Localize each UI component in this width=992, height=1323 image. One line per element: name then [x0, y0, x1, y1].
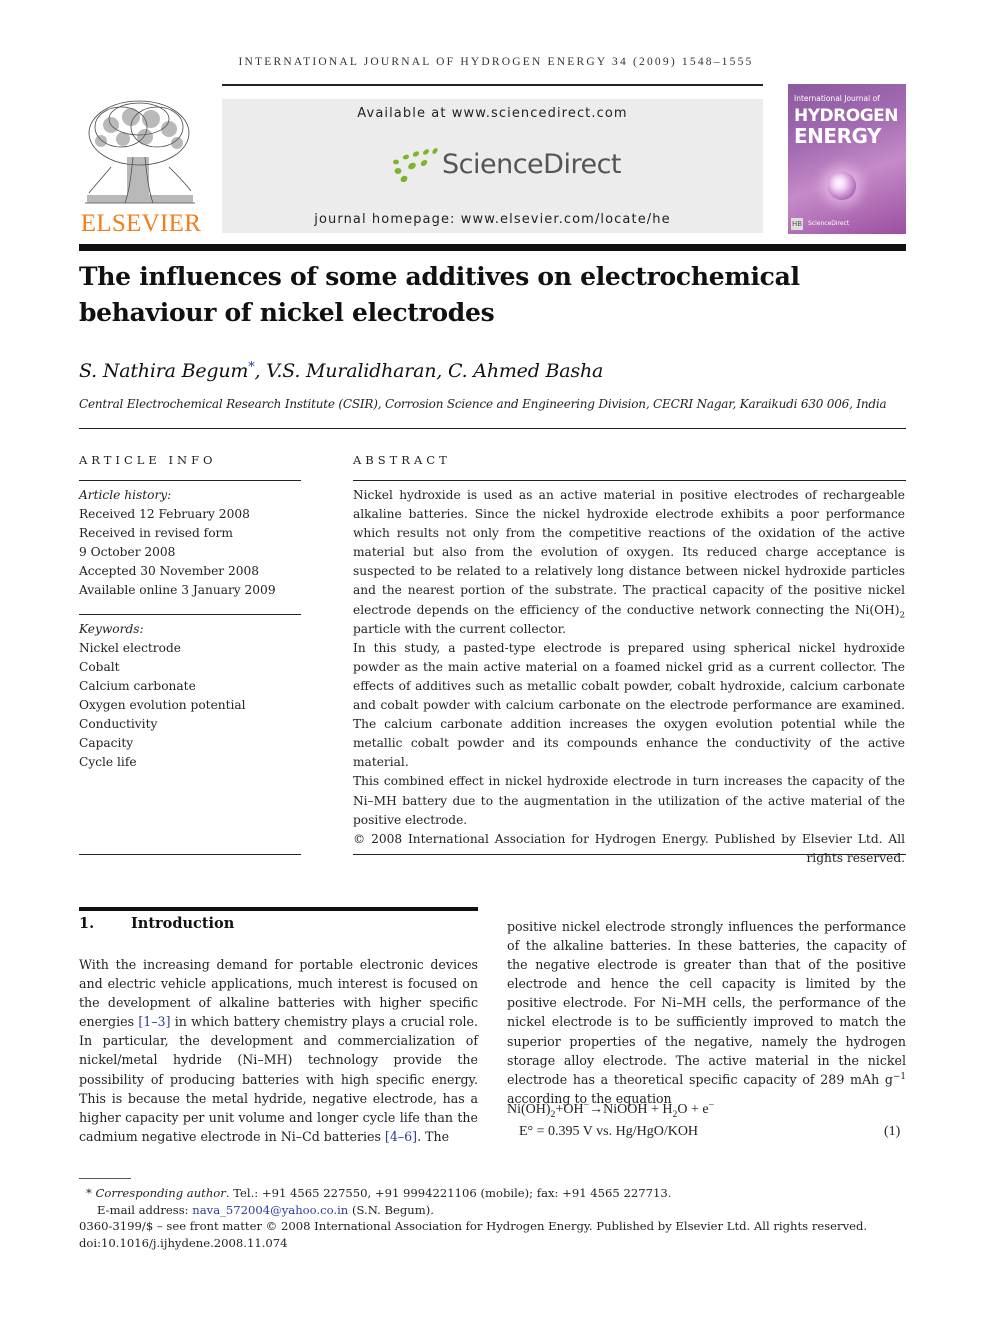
article-title-line1: The influences of some additives on elec…	[79, 262, 800, 291]
footnote-rule	[79, 1178, 131, 1179]
sciencedirect-wordmark: ScienceDirect	[442, 148, 622, 180]
equation-line1: Ni(OH)2+OH−→NiOOH + H2O + e−	[507, 1099, 715, 1120]
keyword-item: Cobalt	[79, 660, 120, 674]
equation-number: (1)	[884, 1124, 901, 1139]
sciencedirect-logo[interactable]: ScienceDirect	[390, 144, 622, 184]
header-thick-rule	[79, 244, 906, 251]
keywords-label: Keywords:	[79, 622, 144, 636]
history-item: Received 12 February 2008	[79, 507, 250, 521]
keyword-item: Nickel electrode	[79, 641, 181, 655]
section-number: 1.	[79, 915, 95, 932]
history-item: 9 October 2008	[79, 545, 176, 559]
intro-left-column: With the increasing demand for portable …	[79, 955, 478, 1146]
affiliation: Central Electrochemical Research Institu…	[79, 397, 887, 411]
abstract-paragraph: In this study, a pasted-type electrode i…	[353, 640, 905, 770]
citation-link[interactable]: [1–3]	[138, 1014, 170, 1029]
other-authors: , V.S. Muralidharan, C. Ahmed Basha	[254, 360, 604, 382]
keyword-item: Calcium carbonate	[79, 679, 196, 693]
doi-link[interactable]: doi:10.1016/j.ijhydene.2008.11.074	[79, 1235, 288, 1252]
intro-right-column: positive nickel electrode strongly influ…	[507, 917, 906, 1108]
keyword-item: Conductivity	[79, 717, 158, 731]
cover-badge: HB	[791, 218, 803, 230]
contact-details: . Tel.: +91 4565 227550, +91 9994221106 …	[225, 1186, 672, 1200]
abstract-paragraph: This combined effect in nickel hydroxide…	[353, 774, 905, 827]
email-note: E-mail address: nava_572004@yahoo.co.in …	[97, 1202, 434, 1219]
cover-title-line1: International Journal of	[794, 94, 880, 103]
footnote-mark: *	[86, 1186, 92, 1200]
cover-title-line3: ENERGY	[794, 124, 881, 148]
elsevier-logo[interactable]: ELSEVIER	[79, 97, 203, 237]
article-title-line2: behaviour of nickel electrodes	[79, 298, 495, 327]
divider	[79, 854, 301, 855]
keyword-item: Oxygen evolution potential	[79, 698, 246, 712]
citation-link[interactable]: [4–6]	[385, 1129, 417, 1144]
keyword-item: Capacity	[79, 736, 134, 750]
header-rule	[222, 84, 763, 86]
section-rule	[79, 907, 478, 911]
sciencedirect-dots-icon	[393, 148, 438, 182]
article-title: The influences of some additives on elec…	[79, 259, 899, 331]
author-list: S. Nathira Begum*, V.S. Muralidharan, C.…	[79, 360, 603, 382]
corresponding-author-label: Corresponding author	[95, 1186, 226, 1200]
running-head: INTERNATIONAL JOURNAL OF HYDROGEN ENERGY…	[238, 56, 754, 68]
elsevier-wordmark: ELSEVIER	[80, 210, 202, 237]
available-at-link[interactable]: Available at www.sciencedirect.com	[222, 106, 763, 121]
email-label: E-mail address:	[97, 1203, 193, 1217]
intro-paragraph: With the increasing demand for portable …	[79, 957, 479, 1144]
divider	[353, 480, 906, 481]
cover-orb-graphic	[828, 172, 856, 200]
email-suffix: (S.N. Begum).	[348, 1203, 434, 1217]
article-info-heading: ARTICLE INFO	[79, 453, 217, 467]
history-item: Accepted 30 November 2008	[79, 564, 260, 578]
journal-homepage-link[interactable]: journal homepage: www.elsevier.com/locat…	[222, 212, 763, 227]
cover-title-line2: HYDROGEN	[794, 106, 899, 126]
abstract-heading: ABSTRACT	[353, 453, 451, 467]
elsevier-tree-icon	[81, 97, 199, 209]
divider	[79, 614, 301, 615]
history-item: Received in revised form	[79, 526, 233, 540]
journal-cover-image[interactable]: International Journal of HYDROGEN ENERGY…	[788, 84, 906, 234]
keywords: Keywords: Nickel electrode Cobalt Calciu…	[79, 620, 246, 772]
sciencedirect-banner: Available at www.sciencedirect.com Scien…	[222, 99, 763, 233]
abstract-paragraph: Nickel hydroxide is used as an active ma…	[353, 488, 905, 636]
intro-paragraph: positive nickel electrode strongly influ…	[507, 919, 906, 1106]
divider	[79, 480, 301, 481]
author-name[interactable]: S. Nathira Begum	[79, 360, 248, 382]
divider	[79, 428, 906, 429]
section-heading: 1. Introduction	[79, 915, 234, 932]
keyword-item: Cycle life	[79, 755, 137, 769]
article-history: Article history: Received 12 February 20…	[79, 486, 276, 600]
article-history-label: Article history:	[79, 488, 172, 502]
issn-line: 0360-3199/$ – see front matter © 2008 In…	[79, 1219, 868, 1233]
history-item: Available online 3 January 2009	[79, 583, 276, 597]
cover-footer: ScienceDirect	[808, 220, 850, 227]
abstract-body: Nickel hydroxide is used as an active ma…	[353, 486, 905, 868]
section-title: Introduction	[131, 915, 235, 932]
email-link[interactable]: nava_572004@yahoo.co.in	[192, 1203, 348, 1217]
equation-line2: E° = 0.395 V vs. Hg/HgO/KOH	[519, 1124, 699, 1139]
abstract-copyright: © 2008 International Association for Hyd…	[353, 831, 905, 865]
corresponding-author-note: * Corresponding author. Tel.: +91 4565 2…	[86, 1185, 671, 1202]
divider	[353, 854, 906, 855]
